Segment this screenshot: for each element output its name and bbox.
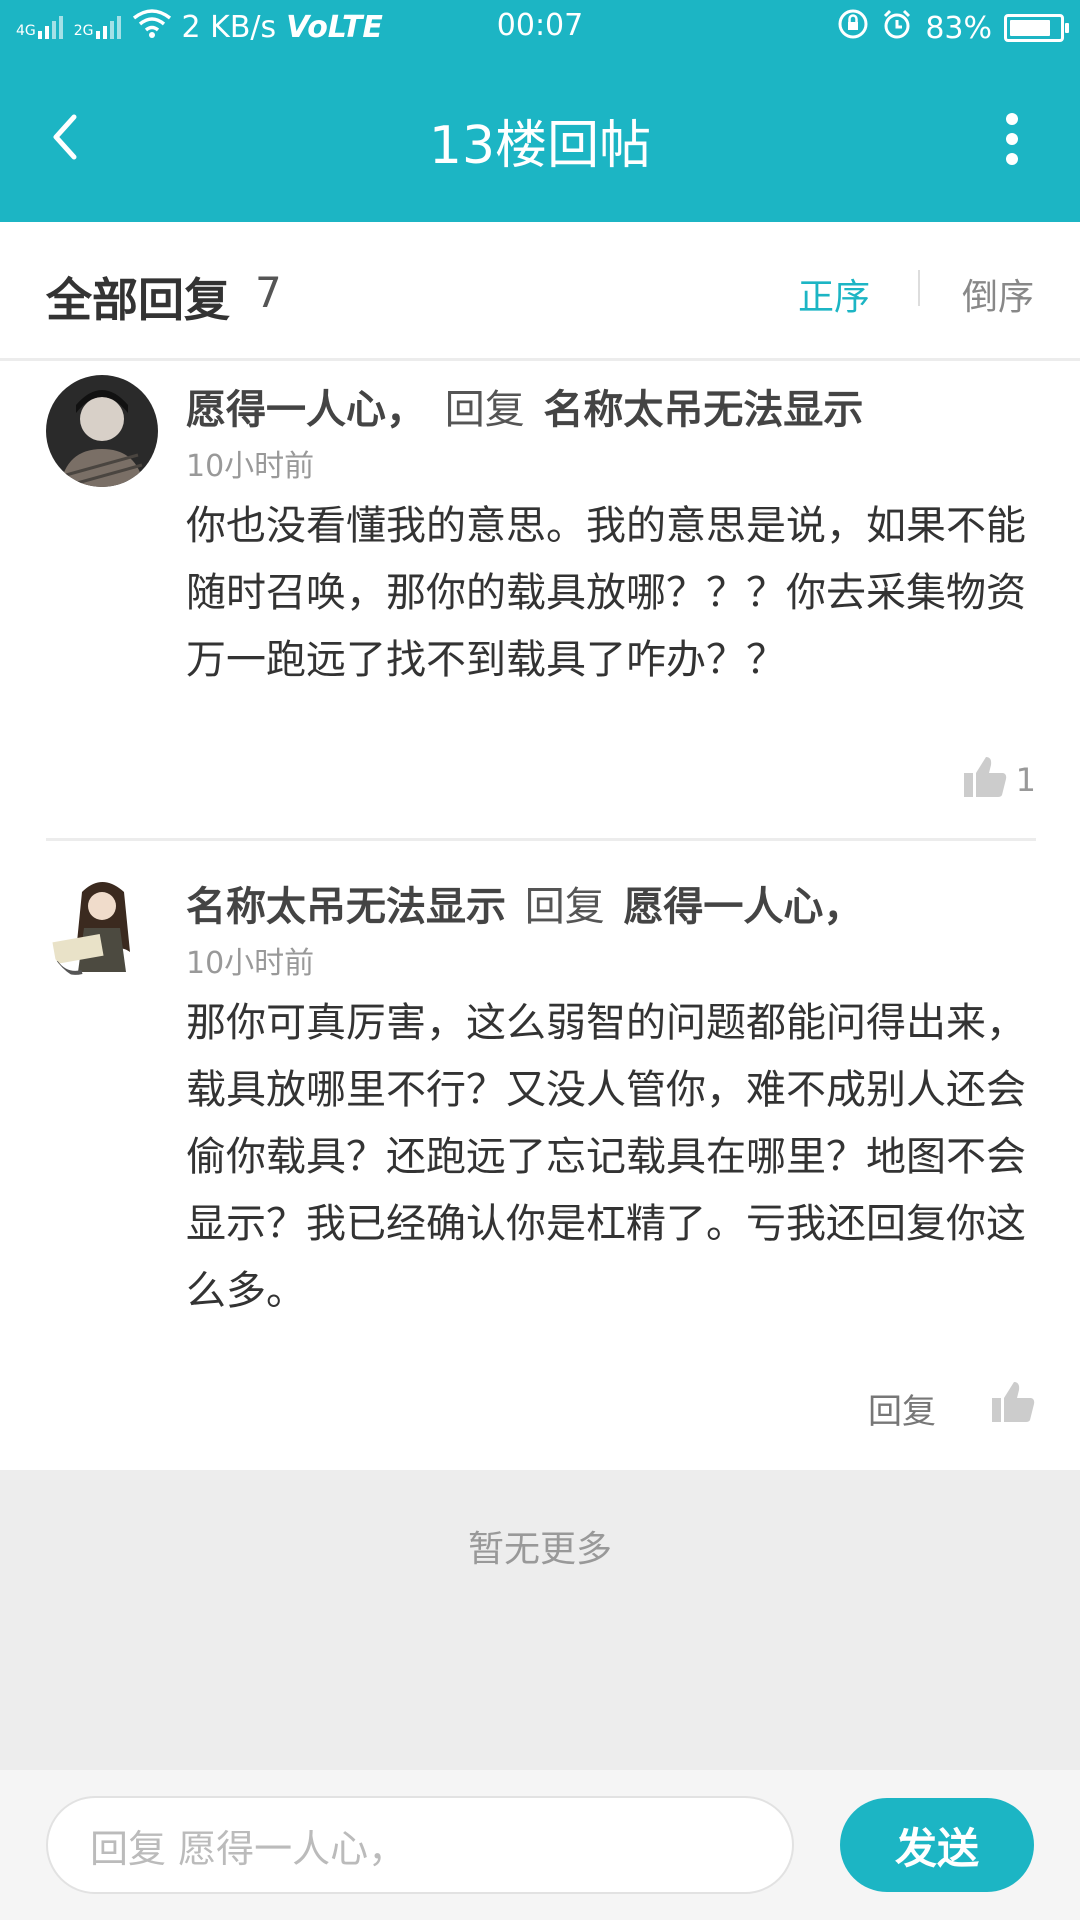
app-bar: 13楼回帖 — [0, 57, 1080, 222]
battery-icon — [1004, 14, 1069, 42]
comment-divider — [46, 838, 1036, 841]
reply-label: 回复 — [524, 884, 605, 930]
reply-to-username[interactable]: 名称太吊无法显示 — [543, 387, 863, 433]
username[interactable]: 愿得一人心， — [186, 387, 426, 433]
like-count: 1 — [1015, 761, 1036, 799]
reply-count: 7 — [255, 268, 282, 317]
comment-item: 名称太吊无法显示 回复 愿得一人心， 10小时前 那你可真厉害，这么弱智的问题都… — [46, 872, 1036, 1462]
comment-body: 你也没看懂我的意思。我的意思是说，如果不能随时召唤，那你的载具放哪？？？你去采集… — [186, 503, 1026, 683]
alarm-icon — [881, 8, 913, 48]
reply-input[interactable]: 回复 愿得一人心， — [46, 1796, 794, 1894]
comment-item: 愿得一人心， 回复 名称太吊无法显示 10小时前 你也没看懂我的意思。我的意思是… — [46, 375, 1036, 835]
more-vertical-icon[interactable] — [1000, 109, 1024, 169]
sort-ascending-tab[interactable]: 正序 — [798, 268, 870, 320]
like-button[interactable] — [990, 1378, 1036, 1432]
page-title: 13楼回帖 — [428, 116, 652, 176]
username[interactable]: 名称太吊无法显示 — [186, 884, 506, 930]
avatar[interactable] — [46, 872, 158, 984]
thumbs-up-icon — [990, 1378, 1036, 1432]
list-end-area: 暂无更多 — [0, 1470, 1080, 1770]
reply-button[interactable]: 回复 — [868, 1384, 936, 1433]
all-replies-title: 全部回复 — [46, 273, 230, 327]
like-button[interactable]: 1 — [962, 753, 1036, 807]
comment-body: 那你可真厉害，这么弱智的问题都能问得出来，载具放哪里不行？又没人管你，难不成别人… — [186, 1000, 1026, 1314]
status-right: 83% — [837, 8, 1069, 48]
reply-to-username[interactable]: 愿得一人心， — [623, 884, 863, 930]
no-more-text: 暂无更多 — [467, 1529, 612, 1570]
sort-divider — [918, 270, 920, 306]
reply-label: 回复 — [444, 387, 525, 433]
reply-input-bar: 回复 愿得一人心， 发送 — [0, 1770, 1080, 1920]
sort-descending-tab[interactable]: 倒序 — [962, 268, 1034, 320]
send-button[interactable]: 发送 — [840, 1798, 1034, 1892]
thumbs-up-icon — [962, 753, 1008, 807]
replies-header: 全部回复 7 正序 倒序 — [0, 222, 1080, 361]
timestamp: 10小时前 — [186, 946, 315, 981]
battery-percent: 83% — [925, 10, 992, 46]
comment-header: 愿得一人心， 回复 名称太吊无法显示 — [186, 377, 863, 435]
status-bar: 4G 2G 2 KB/s VoLTE 00:07 83% — [0, 0, 1080, 57]
comment-header: 名称太吊无法显示 回复 愿得一人心， — [186, 874, 863, 932]
battery-fill — [1010, 20, 1050, 36]
rotation-lock-icon — [837, 8, 869, 48]
timestamp: 10小时前 — [186, 449, 315, 484]
avatar[interactable] — [46, 375, 158, 487]
